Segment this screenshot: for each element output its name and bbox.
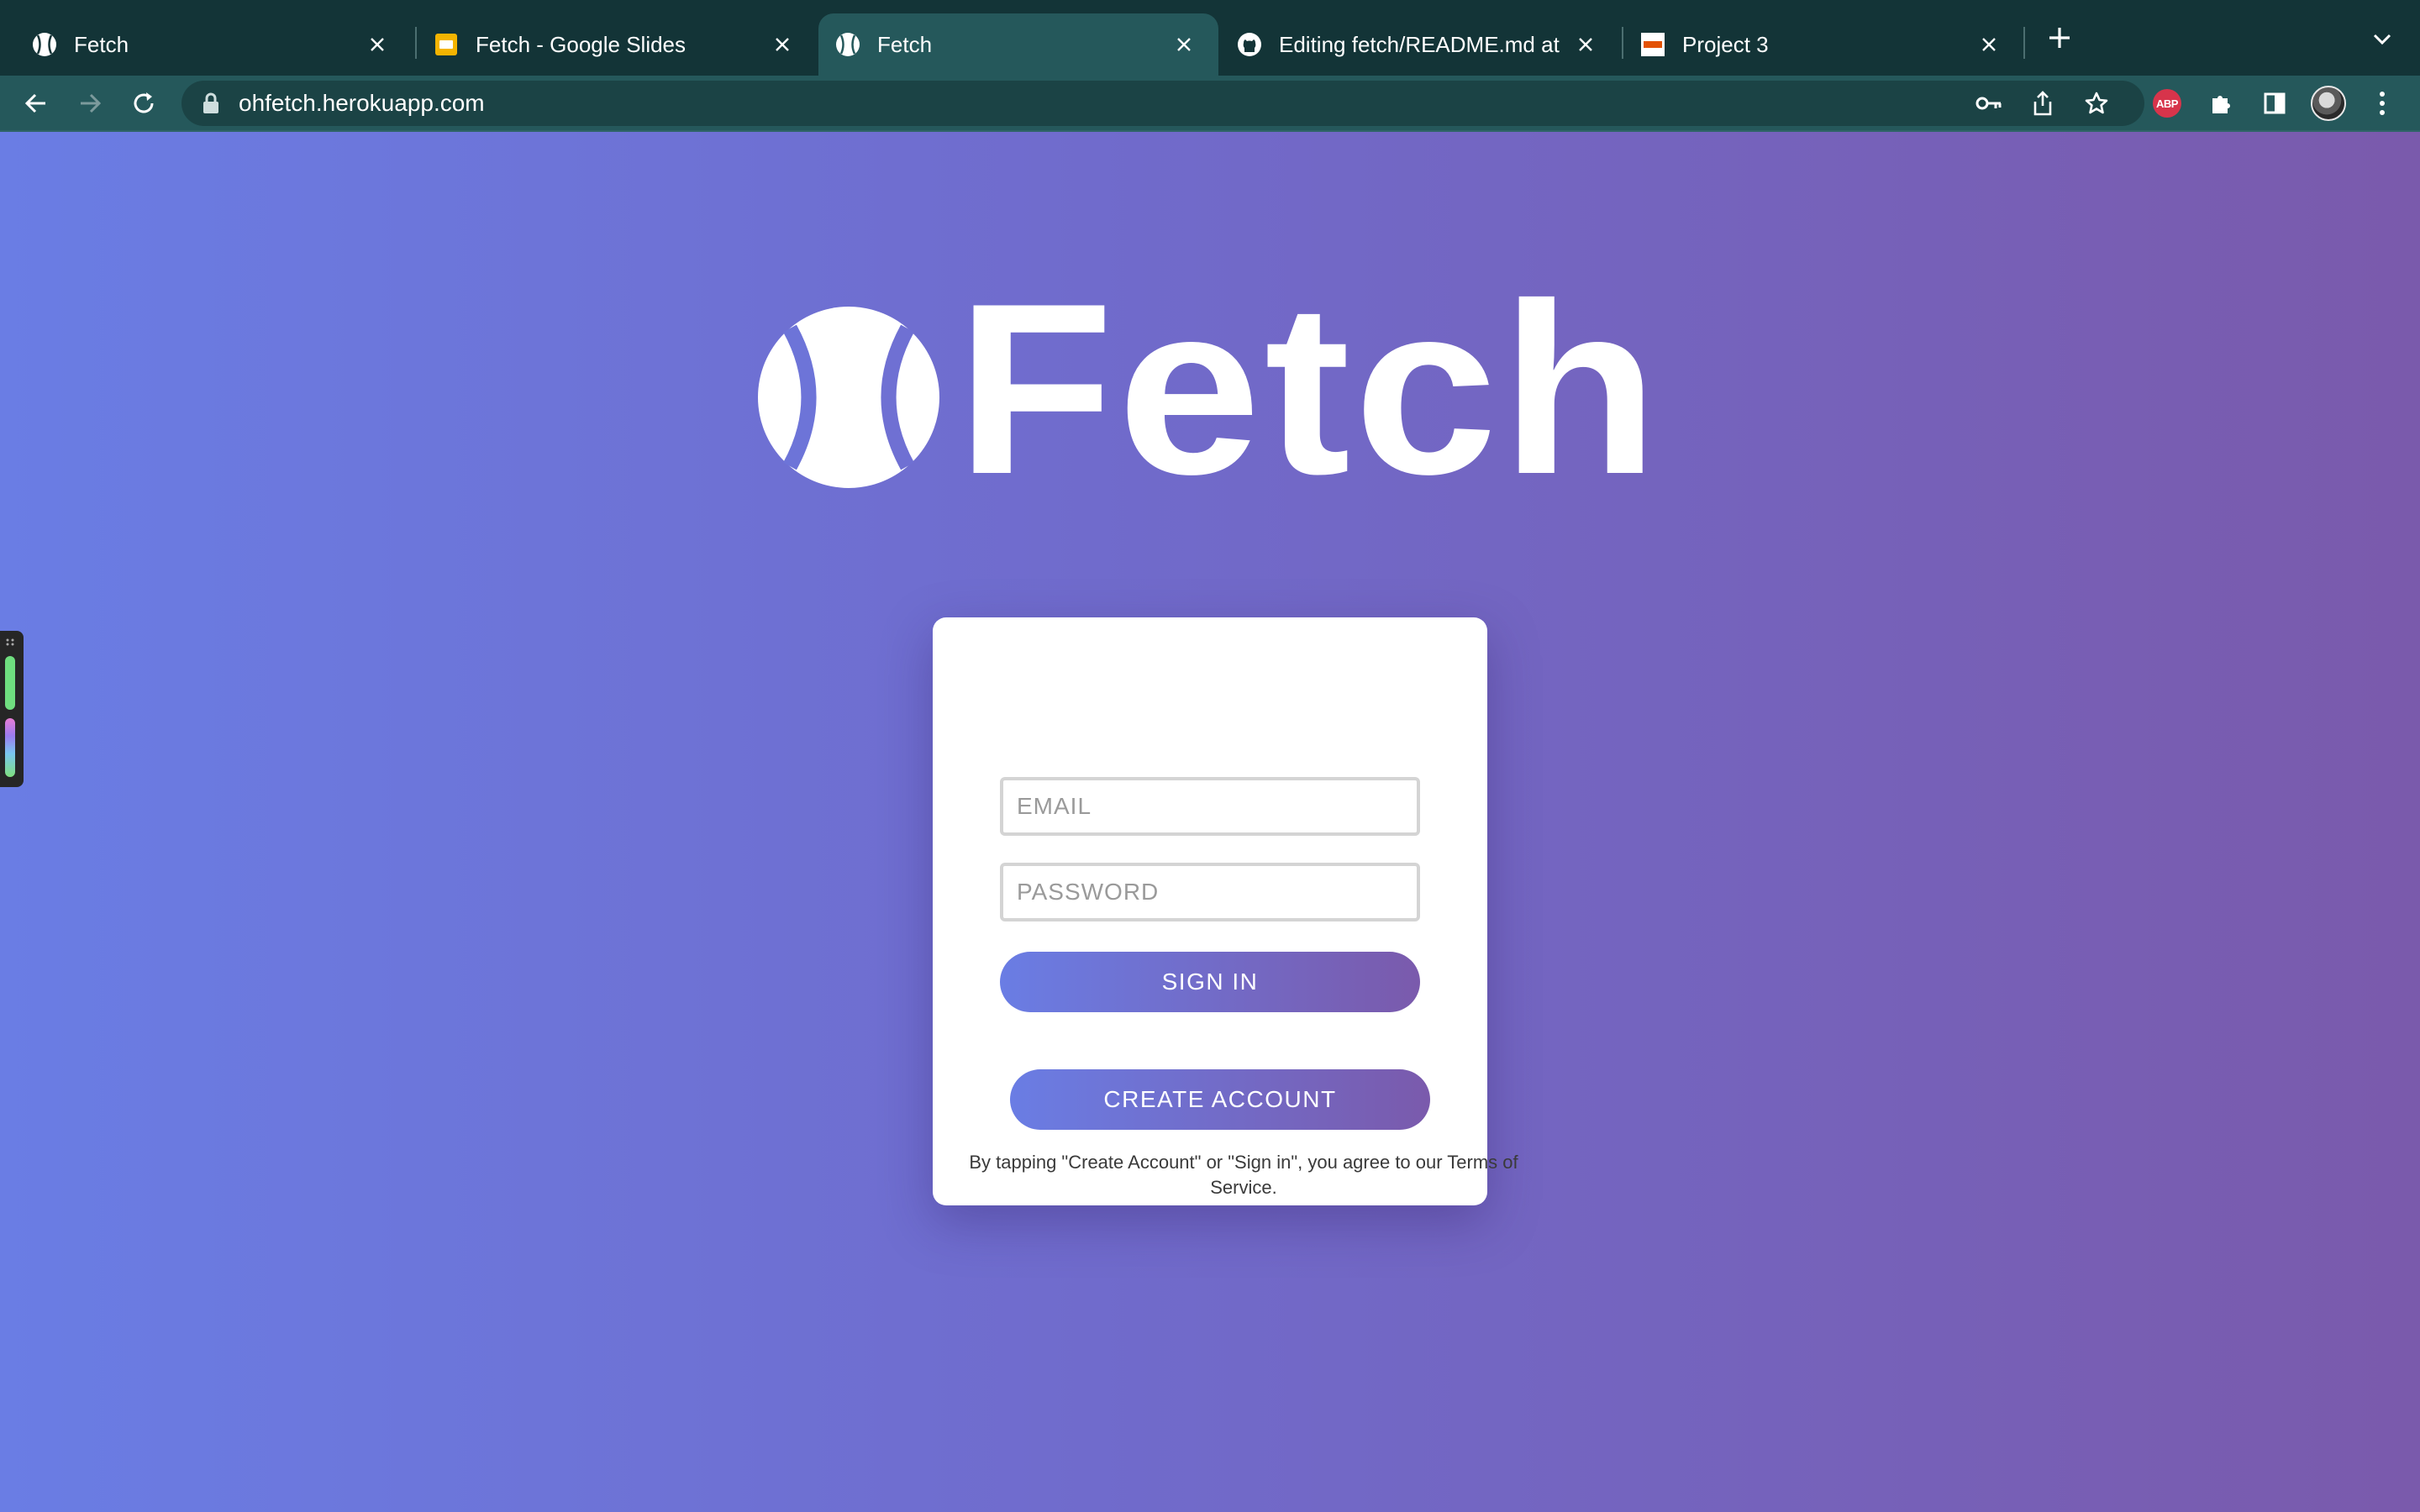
tab-title: Fetch - Google Slides xyxy=(476,31,687,57)
browser-toolbar: ohfetch.herokuapp.com ABP xyxy=(0,76,2420,131)
url-text[interactable]: ohfetch.herokuapp.com xyxy=(239,81,485,126)
green-color-swatch[interactable] xyxy=(5,656,15,710)
tab-fetch-active[interactable]: Fetch xyxy=(818,13,1218,76)
adblock-extension-button[interactable]: ABP xyxy=(2148,84,2186,123)
avatar xyxy=(2311,86,2346,121)
star-icon[interactable] xyxy=(2079,86,2114,121)
password-field[interactable] xyxy=(1000,863,1420,921)
side-panel-button[interactable] xyxy=(2255,84,2294,123)
address-bar[interactable]: ohfetch.herokuapp.com xyxy=(182,81,2144,126)
close-icon[interactable] xyxy=(365,32,390,57)
slides-icon xyxy=(434,32,459,57)
tab-fetch-1[interactable]: Fetch xyxy=(0,13,412,76)
tab-title: Editing fetch/README.md at m xyxy=(1279,31,1563,57)
new-tab-button[interactable] xyxy=(2044,22,2075,54)
baseball-icon xyxy=(835,32,860,57)
tab-strip: Fetch Fetch - Google Slides Fetch Editin… xyxy=(0,0,2420,76)
create-account-button[interactable]: CREATE ACCOUNT xyxy=(1010,1069,1430,1130)
terms-text: By tapping "Create Account" or "Sign in"… xyxy=(969,1152,1518,1198)
page-content: Fetch SIGN IN CREATE ACCOUNT By tapping … xyxy=(0,132,2420,1512)
arrow-right-icon xyxy=(81,93,102,113)
logo-wordmark: Fetch xyxy=(956,291,1662,493)
tab-github-readme[interactable]: Editing fetch/README.md at m xyxy=(1220,13,1620,76)
close-icon[interactable] xyxy=(770,32,795,57)
tab-title: Fetch xyxy=(74,31,129,57)
utsa-icon xyxy=(1640,32,1665,57)
sign-in-button[interactable]: SIGN IN xyxy=(1000,952,1420,1012)
fetch-logo: Fetch xyxy=(758,291,1662,493)
close-icon[interactable] xyxy=(1573,32,1598,57)
tab-title: Fetch xyxy=(877,31,933,57)
tab-project-3[interactable]: Project 3 xyxy=(1623,13,2023,76)
drag-handle-icon[interactable] xyxy=(5,638,15,649)
chevron-down-icon[interactable] xyxy=(2368,25,2396,54)
baseball-icon xyxy=(758,307,939,488)
puzzle-icon xyxy=(2212,96,2230,113)
profile-button[interactable] xyxy=(2309,84,2348,123)
login-card: SIGN IN CREATE ACCOUNT xyxy=(933,617,1487,1205)
key-icon[interactable] xyxy=(1971,86,2007,121)
lock-icon xyxy=(203,92,218,113)
adblock-icon: ABP xyxy=(2153,89,2181,118)
reload-icon xyxy=(134,92,154,113)
tab-google-slides[interactable]: Fetch - Google Slides xyxy=(417,13,817,76)
close-icon[interactable] xyxy=(1976,32,2002,57)
close-icon[interactable] xyxy=(1171,32,1197,57)
extensions-button[interactable] xyxy=(2202,84,2240,123)
gradient-color-swatch[interactable] xyxy=(5,718,15,777)
tab-separator xyxy=(2023,27,2025,59)
email-field[interactable] xyxy=(1000,777,1420,836)
tab-title: Project 3 xyxy=(1682,31,1769,57)
back-button[interactable] xyxy=(17,84,55,123)
forward-button[interactable] xyxy=(71,84,109,123)
browser-menu-button[interactable] xyxy=(2363,84,2402,123)
arrow-left-icon xyxy=(24,93,45,113)
color-picker-widget[interactable] xyxy=(0,631,24,787)
side-panel-icon xyxy=(2264,92,2286,114)
reload-button[interactable] xyxy=(124,84,163,123)
baseball-icon xyxy=(32,32,57,57)
share-icon[interactable] xyxy=(2025,86,2060,121)
github-icon xyxy=(1237,32,1262,57)
more-vertical-icon xyxy=(2380,92,2385,115)
